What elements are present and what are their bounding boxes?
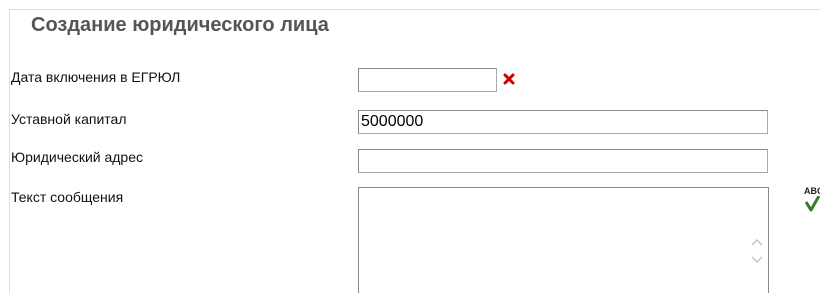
registration-date-input[interactable] xyxy=(358,68,497,92)
authorized-capital-label: Уставной капитал xyxy=(11,111,127,127)
form-title: Создание юридического лица xyxy=(31,14,329,36)
message-textarea[interactable] xyxy=(358,187,769,293)
authorized-capital-input[interactable] xyxy=(358,110,768,134)
chevron-down-icon[interactable] xyxy=(750,252,764,266)
frame-top-border xyxy=(9,9,820,10)
message-text-label: Текст сообщения xyxy=(11,189,124,205)
chevron-up-icon[interactable] xyxy=(750,236,764,250)
legal-entity-form: Создание юридического лица Дата включени… xyxy=(0,0,820,293)
legal-address-input[interactable] xyxy=(358,149,768,173)
close-icon[interactable] xyxy=(502,72,516,86)
frame-left-border xyxy=(9,9,10,293)
spellcheck-label: ABC xyxy=(804,186,820,196)
textarea-scrollbar[interactable] xyxy=(746,188,768,293)
legal-address-label: Юридический адрес xyxy=(11,149,144,165)
registration-date-label: Дата включения в ЕГРЮЛ xyxy=(11,69,181,85)
check-mark-icon xyxy=(804,196,820,212)
spellcheck-icon[interactable]: ABC xyxy=(804,186,820,216)
